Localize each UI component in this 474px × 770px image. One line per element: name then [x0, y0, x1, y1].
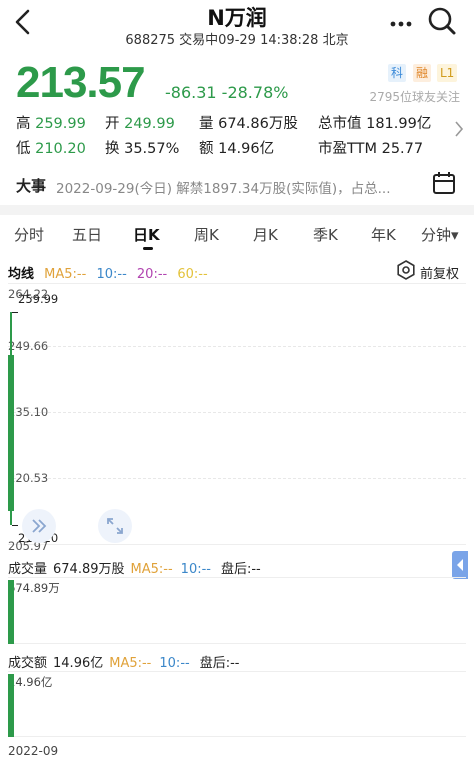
double-chevron-icon [32, 519, 47, 533]
ma60-value: 60:-- [177, 267, 208, 282]
volume-after-hours: 盘后:-- [220, 562, 261, 577]
badge-margin[interactable]: 融 [413, 64, 432, 82]
stat-low-value: 210.20 [35, 141, 86, 157]
calendar-icon[interactable] [432, 171, 456, 195]
volume-bar [8, 580, 14, 644]
stat-open: 开 249.99 [105, 112, 175, 133]
fullscreen-button[interactable] [98, 509, 132, 543]
tab-quarterly-k[interactable]: 季K [313, 224, 338, 245]
volume-header[interactable]: 成交量 674.89万股 MA5:-- 10:-- 盘后:-- [8, 558, 261, 577]
chevron-right-icon[interactable] [454, 120, 464, 138]
ma-title: 均线 [8, 267, 35, 282]
search-icon[interactable] [426, 5, 458, 37]
price-change: -86.31 -28.78% [165, 83, 289, 102]
y-tick-label: 249.66 [8, 339, 49, 353]
stat-pe-label: 市盈TTM [318, 141, 377, 157]
tab-minute-dropdown[interactable]: 分钟▾ [421, 224, 459, 245]
high-marker-label: 259.99 [18, 292, 59, 306]
stat-turnover-label: 换 [105, 141, 120, 157]
stat-amount: 额 14.96亿 [199, 137, 274, 158]
section-divider [0, 205, 474, 215]
followers-count[interactable]: 2795位球友关注 [352, 88, 460, 105]
volume-label: 成交量 [8, 562, 48, 577]
amount-axis-max: 14.96亿 [8, 675, 53, 689]
badge-star-market[interactable]: 科 [388, 64, 407, 82]
badge-level1[interactable]: L1 [437, 64, 458, 82]
ma-legend[interactable]: 均线 MA5:-- 10:-- 20:-- 60:-- [8, 263, 208, 282]
adjust-mode-label[interactable]: 前复权 [420, 263, 459, 282]
ma5-value: MA5:-- [44, 267, 87, 282]
ma20-value: 20:-- [136, 267, 168, 282]
expand-icon [107, 518, 123, 534]
high-marker-line [12, 312, 18, 314]
grid-line [8, 412, 466, 413]
more-icon[interactable] [384, 8, 418, 36]
grid-line [8, 346, 466, 347]
low-marker-line [12, 524, 18, 526]
tab-monthly-k[interactable]: 月K [253, 224, 278, 245]
y-tick-label: 235.10 [8, 405, 49, 419]
stat-high: 高 259.99 [16, 112, 86, 133]
tab-five-day[interactable]: 五日 [72, 224, 102, 245]
candle-body [8, 354, 14, 511]
y-tick-label: 220.53 [8, 471, 49, 485]
amount-chart[interactable] [8, 671, 466, 737]
kline-chart[interactable] [8, 283, 466, 545]
stat-amount-label: 额 [199, 141, 214, 157]
event-label: 大事 [16, 177, 47, 195]
volume-chart[interactable] [8, 577, 466, 644]
stat-high-value: 259.99 [35, 116, 86, 132]
stat-open-value: 249.99 [124, 116, 175, 132]
event-text[interactable]: 2022-09-29(今日) 解禁1897.34万股(实际值)，占总... [56, 177, 416, 197]
ma10-value: 10:-- [96, 267, 127, 282]
volume-ma10: 10:-- [180, 562, 211, 577]
current-price: 213.57 [16, 58, 146, 107]
stat-high-label: 高 [16, 116, 31, 132]
tab-active-indicator [143, 247, 153, 250]
stat-open-label: 开 [105, 116, 120, 132]
grid-line [8, 478, 466, 479]
stat-amount-value: 14.96亿 [218, 141, 275, 157]
stat-pe-value: 25.77 [381, 141, 424, 157]
amount-ma5: MA5:-- [109, 656, 152, 671]
amount-value: 14.96亿 [53, 656, 104, 671]
x-axis-date: 2022-09 [8, 744, 59, 758]
tab-weekly-k[interactable]: 周K [194, 224, 219, 245]
tab-yearly-k[interactable]: 年K [371, 224, 396, 245]
scroll-latest-button[interactable] [22, 509, 56, 543]
stat-volume: 量 674.86万股 [199, 112, 298, 133]
volume-value: 674.89万股 [53, 562, 125, 577]
gear-icon[interactable] [396, 260, 416, 280]
volume-ma5: MA5:-- [130, 562, 173, 577]
stat-turnover: 换 35.57% [105, 137, 179, 158]
stat-volume-label: 量 [199, 116, 214, 132]
tab-daily-k[interactable]: 日K [133, 224, 160, 245]
stat-turnover-value: 35.57% [124, 141, 180, 157]
amount-after-hours: 盘后:-- [199, 656, 240, 671]
stat-pe-ttm: 市盈TTM 25.77 [318, 137, 423, 158]
side-panel-toggle[interactable] [452, 551, 468, 579]
tab-intraday[interactable]: 分时 [14, 224, 44, 245]
stat-low-label: 低 [16, 141, 31, 157]
stat-market-cap-label: 总市值 [318, 116, 362, 132]
stat-market-cap-value: 181.99亿 [366, 116, 432, 132]
amount-label: 成交额 [8, 656, 48, 671]
stat-volume-value: 674.86万股 [218, 116, 298, 132]
volume-axis-max: 674.89万 [8, 581, 60, 595]
triangle-left-icon [457, 559, 463, 571]
amount-bar [8, 674, 14, 737]
stat-market-cap: 总市值 181.99亿 [318, 112, 431, 133]
stat-low: 低 210.20 [16, 137, 86, 158]
amount-header[interactable]: 成交额 14.96亿 MA5:-- 10:-- 盘后:-- [8, 652, 239, 671]
amount-ma10: 10:-- [159, 656, 190, 671]
